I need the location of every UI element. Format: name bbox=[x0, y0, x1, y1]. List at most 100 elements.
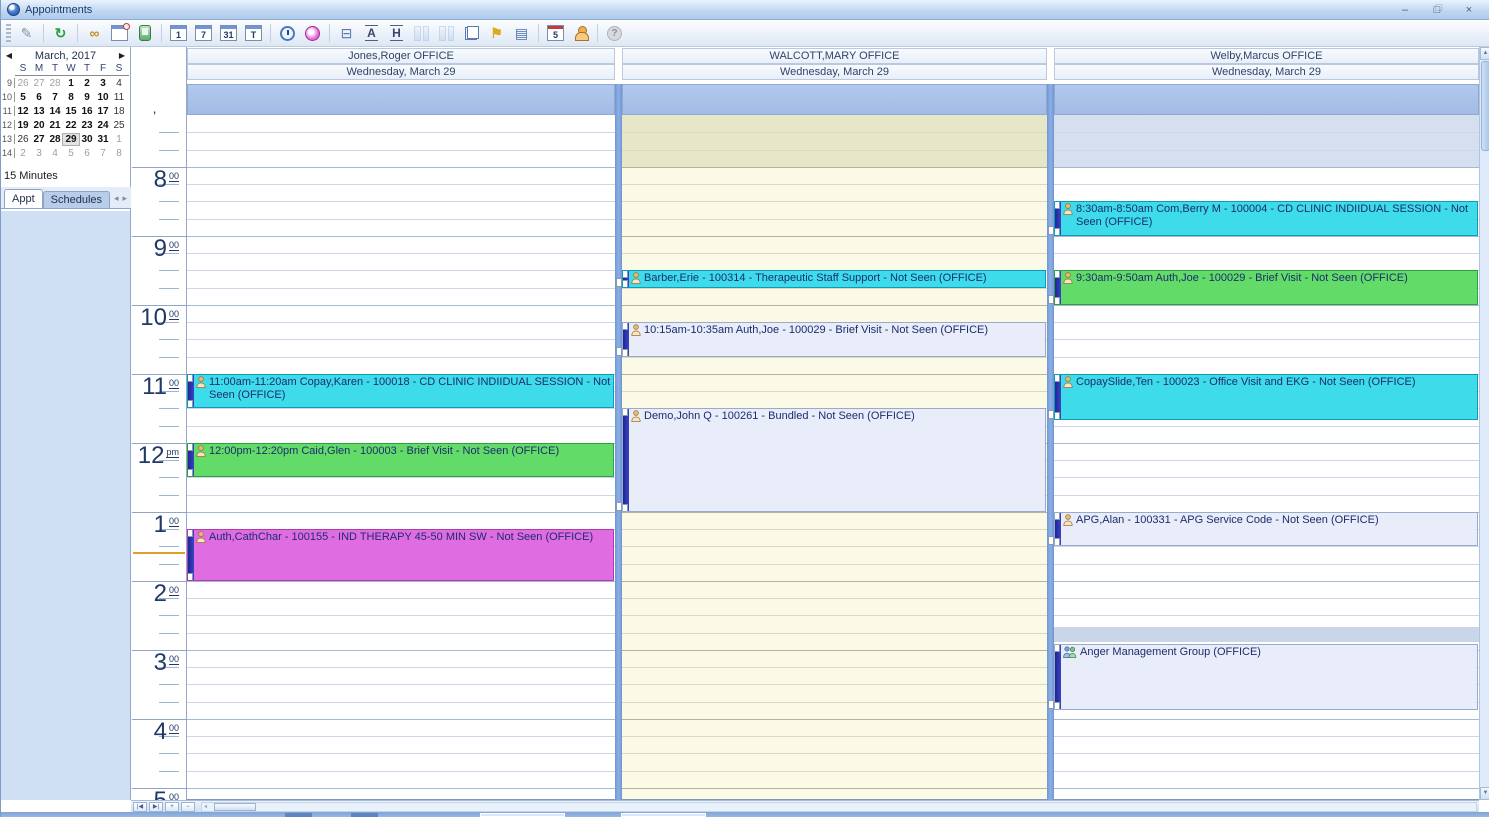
scroll-left-arrow[interactable]: ◂ bbox=[204, 803, 207, 812]
appointment-block[interactable]: 10:15am-10:35am Auth,Joe - 100029 - Brie… bbox=[622, 322, 1046, 357]
provider-header: Jones,Roger OFFICE bbox=[187, 48, 615, 64]
gutter-handle[interactable] bbox=[616, 347, 622, 356]
hour-label: 1000 bbox=[133, 307, 179, 329]
appointment-resize-handle-top[interactable] bbox=[622, 408, 628, 416]
grid-line bbox=[187, 650, 615, 651]
quarter-tick bbox=[159, 357, 179, 358]
appointment-content: APG,Alan - 100331 - APG Service Code - N… bbox=[1063, 514, 1475, 530]
appointment-block[interactable]: 11:00am-11:20am Copay,Karen - 100018 - C… bbox=[187, 374, 614, 409]
appointment-resize-handle-top[interactable] bbox=[622, 322, 628, 330]
zoom-in-button[interactable]: + bbox=[165, 802, 179, 812]
appointment-resize-handle-top[interactable] bbox=[1054, 644, 1060, 652]
horizontal-scroll-thumb[interactable] bbox=[214, 803, 256, 811]
grid-line bbox=[1054, 357, 1479, 358]
grid-line bbox=[187, 305, 615, 306]
appointment-resize-handle-top[interactable] bbox=[622, 270, 628, 278]
person-icon bbox=[1063, 376, 1073, 392]
vertical-scroll-thumb[interactable] bbox=[1481, 61, 1489, 151]
time-gutter bbox=[131, 47, 187, 800]
gutter-handle[interactable] bbox=[1048, 536, 1054, 545]
appointment-resize-handle-top[interactable] bbox=[187, 374, 193, 382]
quarter-tick bbox=[159, 426, 179, 427]
last-page-button[interactable]: ▶| bbox=[149, 802, 163, 812]
appointment-content: CopaySlide,Ten - 100023 - Office Visit a… bbox=[1063, 376, 1475, 392]
appointment-block[interactable]: 9:30am-9:50am Auth,Joe - 100029 - Brief … bbox=[1054, 270, 1478, 305]
first-page-button[interactable]: |◀ bbox=[133, 802, 147, 812]
date-header: Wednesday, March 29 bbox=[1054, 64, 1479, 80]
grid-line bbox=[622, 374, 1047, 375]
quarter-tick bbox=[159, 495, 179, 496]
grid-line bbox=[1054, 771, 1479, 772]
appointment-resize-handle-bottom[interactable] bbox=[1054, 297, 1060, 305]
quarter-tick bbox=[159, 615, 179, 616]
provider-header: WALCOTT,MARY OFFICE bbox=[622, 48, 1047, 64]
appointment-resize-handle-bottom[interactable] bbox=[1054, 412, 1060, 420]
grid-line bbox=[622, 391, 1047, 392]
hour-label: 300 bbox=[133, 652, 179, 674]
gutter-handle[interactable] bbox=[1048, 295, 1054, 304]
appointment-label: Demo,John Q - 100261 - Bundled - Not See… bbox=[644, 410, 915, 423]
appointment-content: 10:15am-10:35am Auth,Joe - 100029 - Brie… bbox=[631, 324, 1043, 340]
quarter-tick bbox=[159, 201, 179, 202]
appointment-resize-handle-bottom[interactable] bbox=[622, 349, 628, 357]
grid-line bbox=[187, 633, 615, 634]
grid-line bbox=[622, 719, 1047, 720]
appointment-resize-handle-top[interactable] bbox=[1054, 201, 1060, 209]
appointment-block[interactable]: CopaySlide,Ten - 100023 - Office Visit a… bbox=[1054, 374, 1478, 420]
tab-appt[interactable]: Appt bbox=[4, 189, 43, 208]
appointment-resize-handle-top[interactable] bbox=[1054, 270, 1060, 278]
grid-line bbox=[622, 633, 1047, 634]
zoom-out-button[interactable]: − bbox=[181, 802, 195, 812]
gutter-handle[interactable] bbox=[1048, 410, 1054, 419]
grid-line bbox=[187, 702, 615, 703]
vertical-scrollbar[interactable]: ▲ ▼ bbox=[1479, 47, 1489, 800]
appointment-resize-handle-bottom[interactable] bbox=[622, 504, 628, 512]
appointment-block[interactable]: Barber,Erie - 100314 - Therapeutic Staff… bbox=[622, 270, 1046, 287]
quarter-tick bbox=[159, 408, 179, 409]
grid-line bbox=[187, 322, 615, 323]
appointment-resize-handle-bottom[interactable] bbox=[622, 280, 628, 288]
appointment-block[interactable]: APG,Alan - 100331 - APG Service Code - N… bbox=[1054, 512, 1478, 547]
appointment-resize-handle-bottom[interactable] bbox=[1054, 228, 1060, 236]
hour-minutes: 00 bbox=[169, 654, 179, 665]
grid-line bbox=[1054, 443, 1479, 444]
hour-minutes: 00 bbox=[169, 309, 179, 320]
grid-line bbox=[1054, 581, 1479, 582]
scroll-down-button[interactable]: ▼ bbox=[1480, 787, 1489, 800]
grid-line bbox=[622, 357, 1047, 358]
appointment-resize-handle-bottom[interactable] bbox=[187, 400, 193, 408]
appointment-resize-handle-bottom[interactable] bbox=[187, 573, 193, 581]
horizontal-scrollbar[interactable]: ◂ bbox=[201, 802, 1477, 812]
appointment-block[interactable]: Auth,CathChar - 100155 - IND THERAPY 45-… bbox=[187, 529, 614, 581]
gutter-handle[interactable] bbox=[1048, 226, 1054, 235]
appointment-resize-handle-top[interactable] bbox=[187, 529, 193, 537]
appointment-block[interactable]: Anger Management Group (OFFICE) bbox=[1054, 644, 1478, 710]
appointment-block[interactable]: 12:00pm-12:20pm Caid,Glen - 100003 - Bri… bbox=[187, 443, 614, 478]
appointment-block[interactable]: 8:30am-8:50am Com,Berry M - 100004 - CD … bbox=[1054, 201, 1478, 236]
gutter-handle[interactable] bbox=[616, 278, 622, 287]
appointment-resize-handle-bottom[interactable] bbox=[187, 469, 193, 477]
all-day-band[interactable] bbox=[1054, 84, 1479, 115]
hour-minutes: 00 bbox=[169, 240, 179, 251]
appointment-resize-handle-top[interactable] bbox=[1054, 374, 1060, 382]
appointment-content: 12:00pm-12:20pm Caid,Glen - 100003 - Bri… bbox=[196, 445, 611, 461]
grid-line bbox=[622, 201, 1047, 202]
appointment-label: Barber,Erie - 100314 - Therapeutic Staff… bbox=[644, 272, 987, 285]
gutter-handle[interactable] bbox=[1048, 700, 1054, 709]
scroll-up-button[interactable]: ▲ bbox=[1480, 47, 1489, 60]
appointment-resize-handle-bottom[interactable] bbox=[1054, 538, 1060, 546]
appointment-resize-handle-top[interactable] bbox=[187, 443, 193, 451]
grid-line bbox=[187, 132, 615, 133]
appointment-label: 10:15am-10:35am Auth,Joe - 100029 - Brie… bbox=[644, 324, 988, 337]
all-day-band[interactable] bbox=[187, 84, 615, 115]
hour-minutes: 00 bbox=[169, 516, 179, 527]
grid-line bbox=[1054, 736, 1479, 737]
appointment-block[interactable]: Demo,John Q - 100261 - Bundled - Not See… bbox=[622, 408, 1046, 512]
appointment-resize-handle-top[interactable] bbox=[1054, 512, 1060, 520]
all-day-band[interactable] bbox=[622, 84, 1047, 115]
hour-number: 9 bbox=[154, 238, 167, 260]
hour-label: 800 bbox=[133, 169, 179, 191]
appointment-resize-handle-bottom[interactable] bbox=[1054, 702, 1060, 710]
gutter-handle[interactable] bbox=[616, 502, 622, 511]
grid-line bbox=[622, 184, 1047, 185]
